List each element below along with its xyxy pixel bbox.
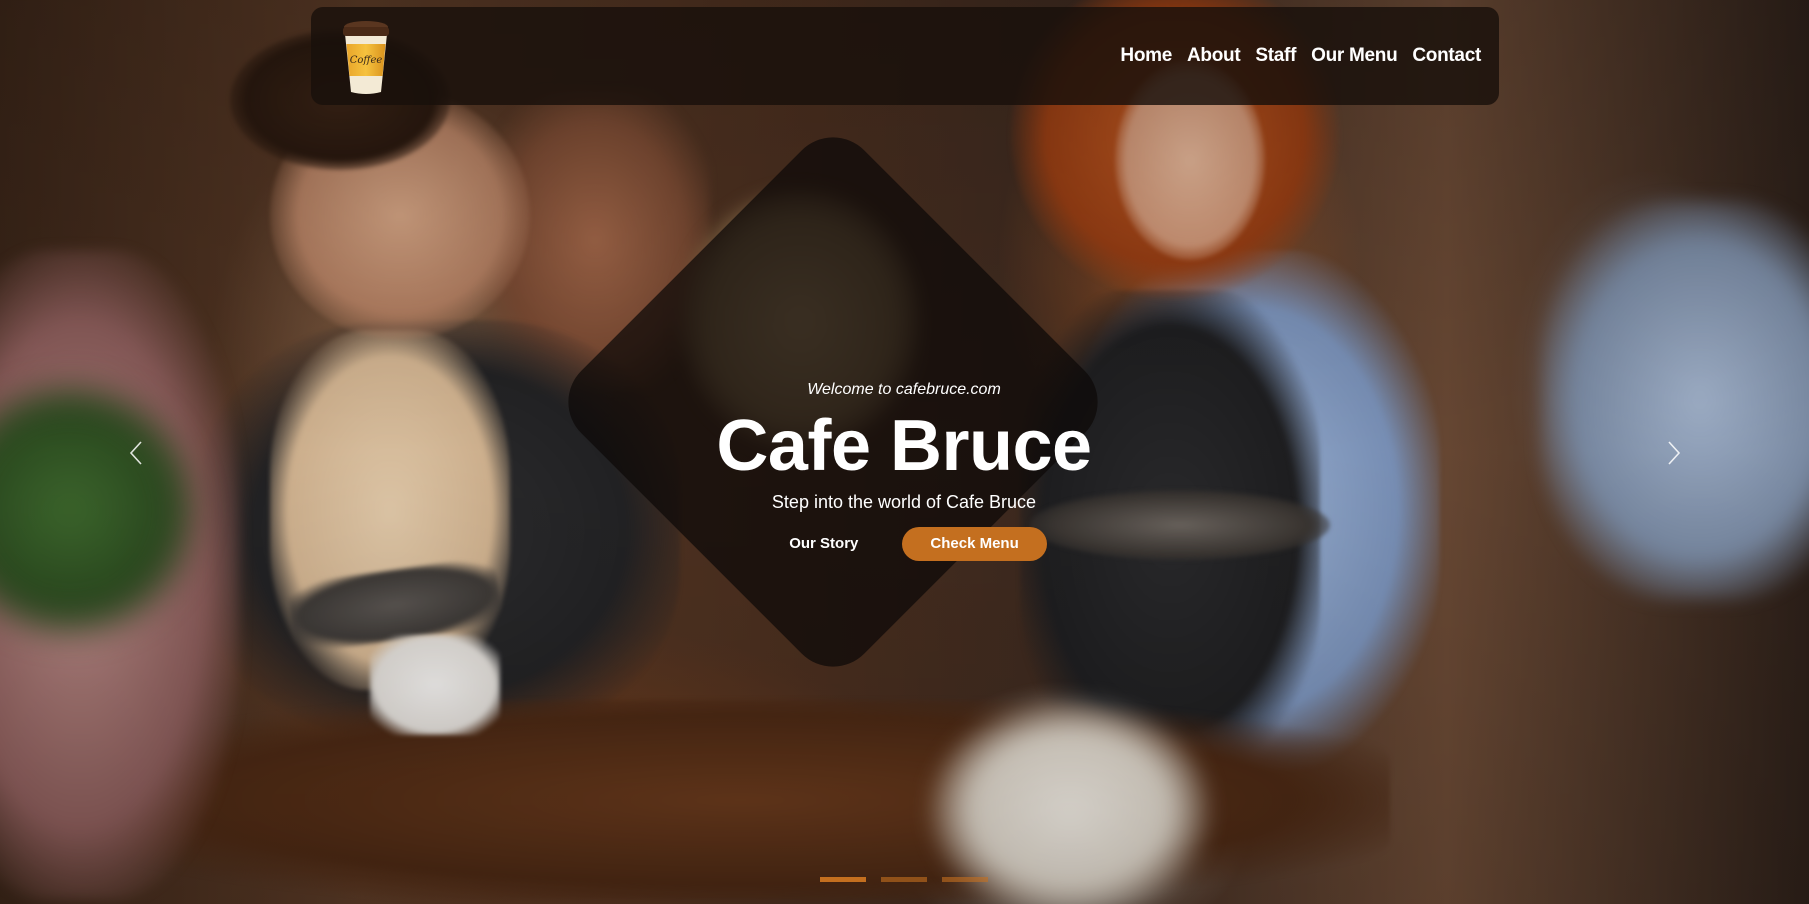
hero-title: Cafe Bruce bbox=[716, 406, 1092, 486]
hero-buttons: Our Story Check Menu bbox=[604, 527, 1204, 561]
check-menu-button[interactable]: Check Menu bbox=[902, 527, 1047, 561]
coffee-cup-logo[interactable]: Coffee bbox=[339, 18, 393, 94]
chevron-right-icon[interactable] bbox=[1658, 438, 1688, 468]
nav-staff[interactable]: Staff bbox=[1255, 45, 1296, 67]
hero-subtitle: Step into the world of Cafe Bruce bbox=[771, 492, 1037, 512]
carousel-indicator-3[interactable] bbox=[942, 877, 988, 882]
hero-welcome-text: Welcome to cafebruce.com bbox=[807, 381, 1001, 398]
carousel-indicator-1[interactable] bbox=[820, 877, 866, 882]
navbar: Coffee Home About Staff Our Menu Contact bbox=[311, 7, 1499, 105]
nav-home[interactable]: Home bbox=[1120, 45, 1172, 67]
nav-contact[interactable]: Contact bbox=[1412, 45, 1481, 67]
carousel-indicator-2[interactable] bbox=[881, 877, 927, 882]
our-story-button[interactable]: Our Story bbox=[761, 527, 886, 561]
nav-menu: Home About Staff Our Menu Contact bbox=[1120, 7, 1481, 105]
hero-content: Welcome to cafebruce.com Cafe Bruce Step… bbox=[604, 370, 1204, 561]
carousel-indicators bbox=[820, 877, 988, 882]
hero-carousel: Coffee Home About Staff Our Menu Contact… bbox=[0, 0, 1809, 904]
chevron-left-icon[interactable] bbox=[122, 438, 152, 468]
svg-text:Coffee: Coffee bbox=[350, 55, 383, 66]
nav-about[interactable]: About bbox=[1187, 45, 1241, 67]
nav-our-menu[interactable]: Our Menu bbox=[1311, 45, 1398, 67]
